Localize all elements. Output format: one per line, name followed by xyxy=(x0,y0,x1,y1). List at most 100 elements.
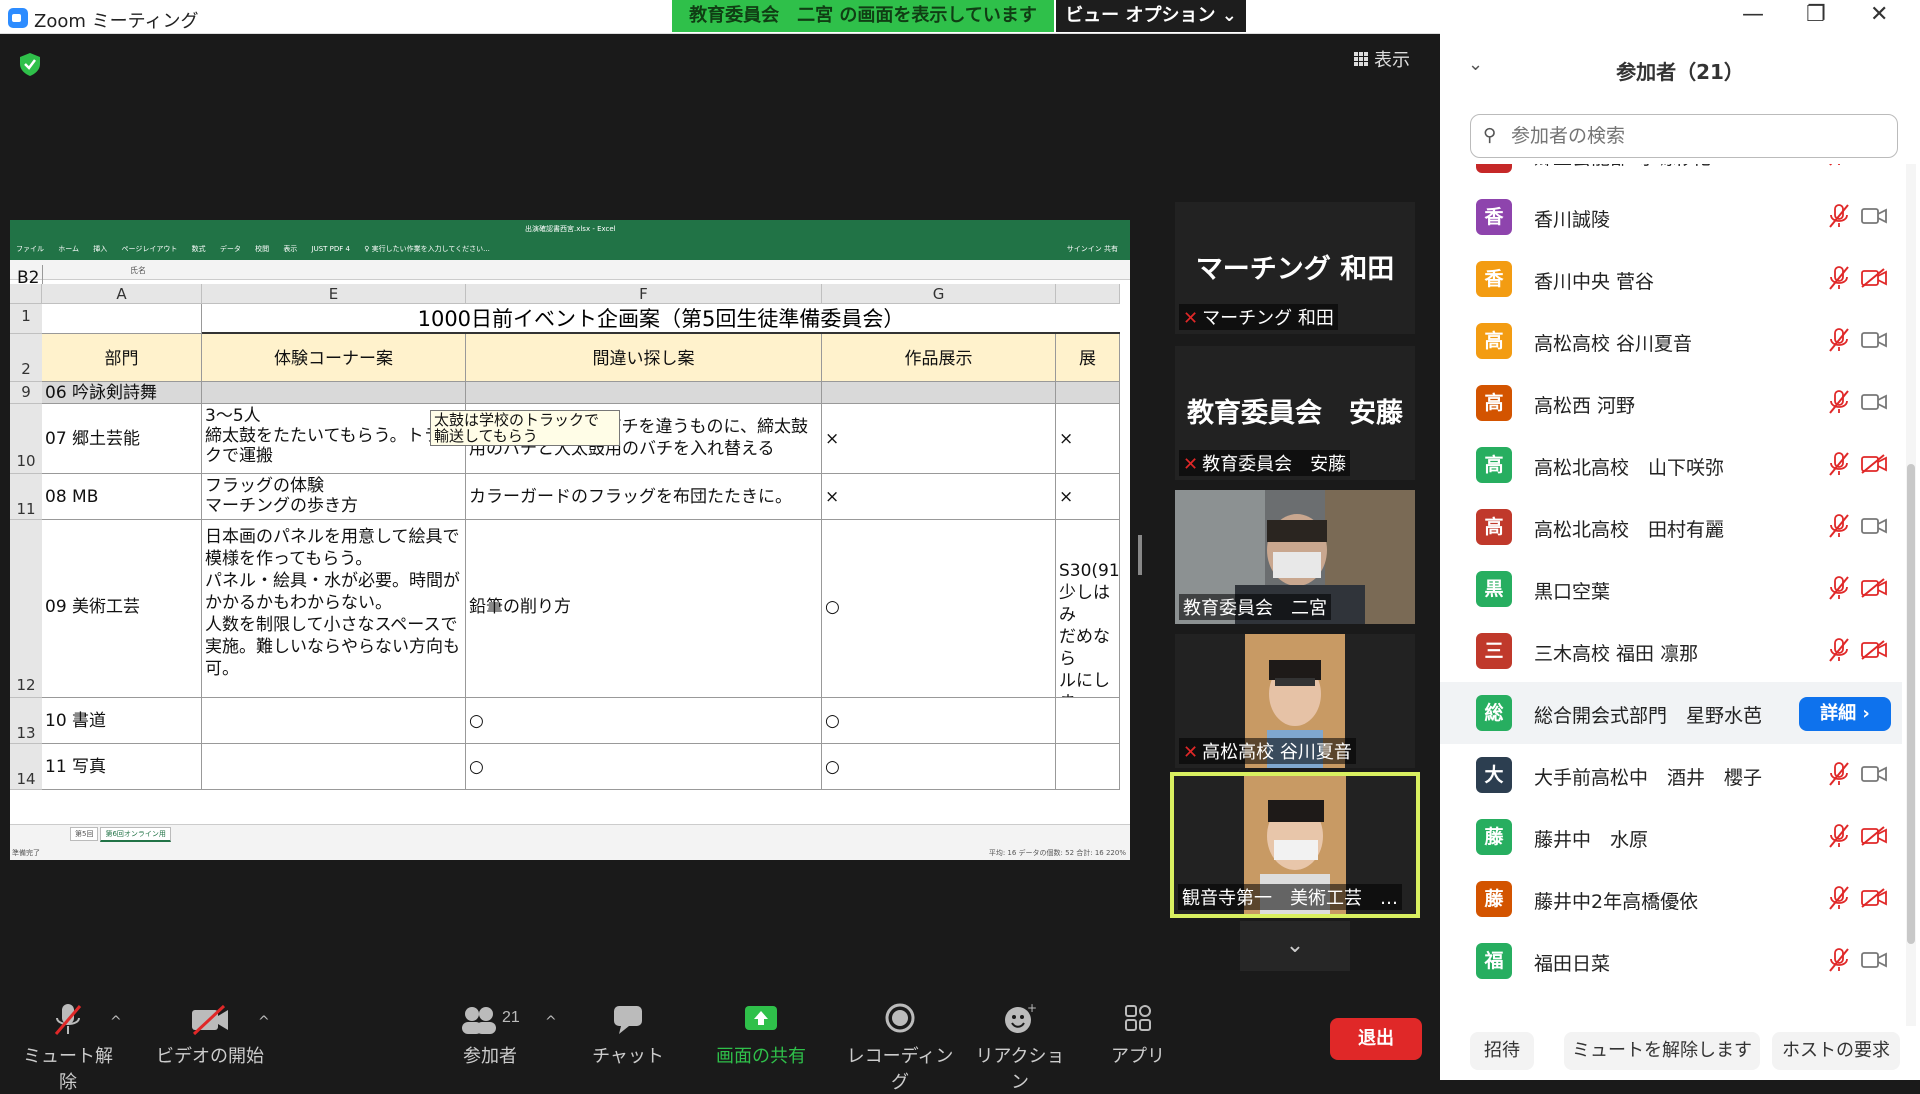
participant-search-input[interactable] xyxy=(1511,123,1881,149)
close-button[interactable]: ✕ xyxy=(1870,2,1888,27)
participants-button[interactable]: 21 参加者 xyxy=(440,1002,540,1068)
cell: フラッグの体験 マーチングの歩き方 xyxy=(202,474,466,520)
row-number: 14 xyxy=(10,744,42,790)
participant-row[interactable]: 香香川誠陵 xyxy=(1440,186,1902,248)
participant-row[interactable]: 高高松高校 谷川夏音 xyxy=(1440,310,1902,372)
dept-cell: 07 郷土芸能 xyxy=(42,404,202,474)
video-tile[interactable]: マーチング 和田 ✕ マーチング 和田 xyxy=(1175,202,1415,334)
security-shield-icon[interactable] xyxy=(17,51,43,77)
video-off-icon[interactable] xyxy=(1860,826,1888,846)
unmute-button[interactable]: ミュート解除 xyxy=(18,1002,118,1094)
ribbon-tab: ♀ 実行したい作業を入力してください... xyxy=(364,245,490,253)
mic-muted-icon[interactable] xyxy=(1828,265,1850,291)
video-options-caret-icon[interactable]: ^ xyxy=(258,1014,270,1030)
tile-name-label: 観音寺第一 美術工芸 … xyxy=(1178,884,1402,910)
mic-muted-icon[interactable] xyxy=(1828,761,1850,787)
panel-footer: 招待 ミュートを解除します ホストの要求 xyxy=(1440,1024,1920,1080)
audio-options-caret-icon[interactable]: ^ xyxy=(110,1014,122,1030)
cell: カラーガードのフラッグを布団たたきに。 xyxy=(466,474,822,520)
video-icon[interactable] xyxy=(1860,392,1888,412)
video-icon[interactable] xyxy=(1860,516,1888,536)
video-icon[interactable] xyxy=(1860,764,1888,784)
minimize-button[interactable]: — xyxy=(1742,2,1764,27)
row-number: 12 xyxy=(10,520,42,698)
ribbon-tab: データ xyxy=(219,245,241,253)
details-button[interactable]: 詳細 › xyxy=(1799,697,1891,731)
avatar: 黒 xyxy=(1476,571,1512,607)
avatar: 香 xyxy=(1476,261,1512,297)
unmute-all-button[interactable]: ミュートを解除します xyxy=(1564,1032,1760,1070)
invite-button[interactable]: 招待 xyxy=(1470,1032,1534,1070)
mic-muted-icon[interactable] xyxy=(1828,947,1850,973)
participant-row[interactable]: 福福田日菜 xyxy=(1440,930,1902,992)
participant-row[interactable]: 高高松北高校 田村有麗 xyxy=(1440,496,1902,558)
mic-muted-icon[interactable] xyxy=(1828,575,1850,601)
participant-row[interactable]: 黒黒口空葉 xyxy=(1440,558,1902,620)
shared-excel-window: 出演確認書西宮.xlsx - Excel ファイル ホーム 挿入 ページレイアウ… xyxy=(10,220,1130,860)
tile-name-label: ✕ 高松高校 谷川夏音 xyxy=(1179,738,1356,764)
video-icon[interactable] xyxy=(1860,330,1888,350)
mic-muted-icon[interactable] xyxy=(1828,885,1850,911)
dept-cell: 06 吟詠剣詩舞 xyxy=(42,382,202,404)
video-tile-active-speaker[interactable]: 観音寺第一 美術工芸 … xyxy=(1170,772,1420,918)
cell: ○ xyxy=(822,744,1056,790)
participant-row[interactable]: 郷 郷土芸能部 寺嶋彩花 xyxy=(1440,164,1902,186)
apps-button[interactable]: アプリ xyxy=(1098,1002,1178,1068)
video-icon[interactable] xyxy=(1860,950,1888,970)
splitter-handle[interactable] xyxy=(1138,535,1142,575)
tile-name-label: ✕ マーチング 和田 xyxy=(1179,304,1338,330)
mic-muted-icon: ✕ xyxy=(1183,742,1199,763)
mic-muted-icon[interactable] xyxy=(1828,451,1850,477)
panel-scrollbar[interactable] xyxy=(1906,164,1916,1026)
chat-button[interactable]: チャット xyxy=(588,1002,668,1068)
video-off-icon[interactable] xyxy=(1860,640,1888,660)
video-off-icon xyxy=(150,1002,270,1042)
participant-row[interactable]: 高高松西 河野 xyxy=(1440,372,1902,434)
scrollbar-thumb[interactable] xyxy=(1907,464,1915,944)
view-options-button[interactable]: ビュー オプション ⌄ xyxy=(1056,0,1246,32)
video-off-icon[interactable] xyxy=(1860,888,1888,908)
video-icon[interactable] xyxy=(1860,206,1888,226)
participants-icon: 21 xyxy=(440,1002,540,1042)
display-layout-button[interactable]: 表示 xyxy=(1354,46,1410,72)
mic-muted-icon[interactable] xyxy=(1828,823,1850,849)
maximize-button[interactable]: ❐ xyxy=(1806,2,1826,27)
participant-row[interactable]: 藤藤井中 水原 xyxy=(1440,806,1902,868)
video-tile[interactable]: 教育委員会 安藤 ✕ 教育委員会 安藤 xyxy=(1175,346,1415,480)
start-video-button[interactable]: ビデオの開始 xyxy=(150,1002,270,1068)
participant-name: 黒口空葉 xyxy=(1534,581,1611,603)
request-host-button[interactable]: ホストの要求 xyxy=(1772,1032,1900,1070)
participants-options-caret-icon[interactable]: ^ xyxy=(545,1014,557,1030)
mic-muted-icon[interactable] xyxy=(1828,389,1850,415)
participant-name: 香川誠陵 xyxy=(1534,209,1611,231)
participant-row[interactable]: 総総合開会式部門 星野水芭 詳細 › xyxy=(1440,682,1902,744)
participant-row[interactable]: 三三木高校 福田 凛那 xyxy=(1440,620,1902,682)
participant-list: 郷郷土芸能部 寺嶋彩花香香川誠陵香香川中央 菅谷高高松高校 谷川夏音高高松西 河… xyxy=(1440,164,1902,1026)
row-number: 9 xyxy=(10,382,42,404)
ribbon-tab: ファイル xyxy=(16,245,44,253)
mic-muted-icon[interactable] xyxy=(1828,513,1850,539)
video-tile[interactable]: ✕ 高松高校 谷川夏音 xyxy=(1175,634,1415,768)
video-off-icon[interactable] xyxy=(1860,454,1888,474)
participant-row[interactable]: 高高松北高校 山下咲弥 xyxy=(1440,434,1902,496)
mic-muted-icon[interactable] xyxy=(1828,637,1850,663)
mic-muted-icon[interactable] xyxy=(1828,164,1850,167)
leave-button[interactable]: 退出 xyxy=(1330,1018,1422,1060)
record-button[interactable]: レコーディング xyxy=(840,1002,960,1094)
cell: 日本画のパネルを用意して絵具で模様を作ってもらう。 パネル・絵具・水が必要。時間… xyxy=(202,520,466,698)
video-tile[interactable]: 教育委員会 二宮 xyxy=(1175,490,1415,624)
mic-muted-icon[interactable] xyxy=(1828,327,1850,353)
video-off-icon[interactable] xyxy=(1860,268,1888,288)
participant-row[interactable]: 香香川中央 菅谷 xyxy=(1440,248,1902,310)
search-box[interactable]: ⚲ xyxy=(1470,114,1898,158)
participant-row[interactable]: 藤藤井中2年高橋優依 xyxy=(1440,868,1902,930)
reaction-button[interactable]: + リアクション xyxy=(970,1001,1070,1094)
avatar: 藤 xyxy=(1476,881,1512,917)
more-tiles-chevron-down-icon[interactable]: ⌄ xyxy=(1240,921,1350,971)
share-screen-button[interactable]: 画面の共有 xyxy=(706,1002,816,1068)
mic-muted-icon xyxy=(18,1002,118,1042)
video-off-icon[interactable] xyxy=(1860,578,1888,598)
mic-muted-icon[interactable] xyxy=(1828,203,1850,229)
participant-row[interactable]: 大大手前高松中 酒井 櫻子 xyxy=(1440,744,1902,806)
formula-bar: B2 氏名 xyxy=(10,260,1130,292)
